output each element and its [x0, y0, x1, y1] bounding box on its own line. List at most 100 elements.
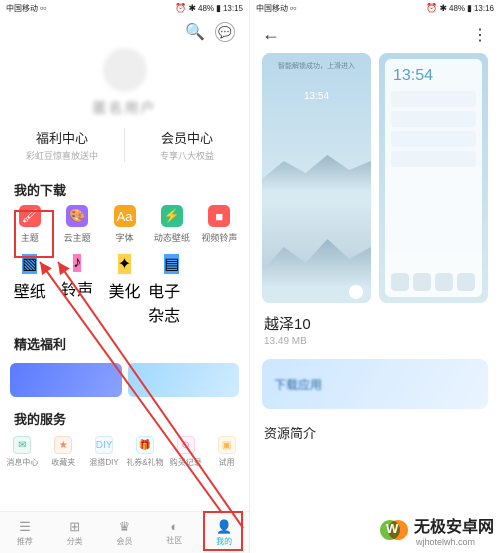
download-label: 云主题 — [64, 231, 91, 244]
tab-label: 会员 — [116, 536, 132, 547]
download-item-壁纸[interactable]: ▧ 壁纸 — [6, 254, 53, 326]
tab-label: 我的 — [216, 536, 232, 547]
brush-icon: 🖌 — [19, 205, 41, 227]
download-item-动态壁纸[interactable]: ⚡ 动态壁纸 — [148, 205, 195, 244]
theme-size: 13.49 MB — [264, 336, 486, 347]
download-label: 动态壁纸 — [154, 231, 190, 244]
service-label: 试用 — [219, 457, 235, 468]
download-item-字体[interactable]: Aa字体 — [101, 205, 148, 244]
tab-icon: ⊞ — [69, 519, 80, 535]
status-bar: 中国移动 ▫▫ ⏰ ✱ 48% ▮ 13:16 — [250, 0, 500, 16]
promo-banner[interactable]: 下载应用 — [262, 359, 488, 409]
tab-label: 分类 — [67, 536, 83, 547]
service-item-试用[interactable]: ▣试用 — [206, 436, 247, 468]
Aa-icon: Aa — [114, 205, 136, 227]
resource-intro-title: 资源简介 — [250, 409, 500, 442]
book-icon: ▤ — [164, 254, 179, 274]
download-item-电子杂志[interactable]: ▤ 电子杂志 — [148, 254, 195, 326]
watermark-domain: wjhotelwh.com — [416, 537, 494, 547]
username-label: 匿名用户 — [93, 98, 157, 118]
service-icon: DIY — [95, 436, 113, 454]
bluetooth-icon: ✱ — [439, 4, 447, 13]
tab-label: 社区 — [166, 535, 182, 546]
preview-clock-2: 13:54 — [393, 67, 433, 85]
profile-area[interactable]: 匿名用户 — [0, 42, 249, 126]
service-label: 购买记录 — [170, 457, 202, 468]
theme-preview-lockscreen[interactable]: 智能解锁成功，上滑进入 13:54 — [262, 53, 371, 303]
service-item-购买记录[interactable]: ⊙ 购买记录 — [165, 436, 206, 468]
download-item-主题[interactable]: 🖌主题 — [6, 205, 53, 244]
theme-name: 越泽10 — [264, 313, 486, 334]
service-item-礼券&礼物[interactable]: 🎁 礼券&礼物 — [124, 436, 165, 468]
carrier-label: 中国移动 — [6, 3, 38, 14]
service-label: 混搭DIY — [89, 457, 118, 468]
time-label: 13:16 — [474, 4, 494, 13]
member-center-button[interactable]: 会员中心 专享八大权益 — [125, 128, 249, 162]
flash-icon: ⚡ — [161, 205, 183, 227]
battery-label: 48% — [449, 4, 465, 13]
download-label: 电子杂志 — [148, 278, 195, 326]
welfare-center-sub: 彩虹豆惊喜放送中 — [0, 149, 124, 162]
promo-banner-text: 下载应用 — [274, 376, 322, 393]
service-icon: ⊙ — [177, 436, 195, 454]
search-icon[interactable]: 🔍 — [185, 22, 205, 42]
service-item-混搭DIY[interactable]: DIY 混搭DIY — [84, 436, 125, 468]
tab-icon: ◐ — [170, 519, 178, 534]
more-icon[interactable]: ⋮ — [472, 25, 488, 45]
battery-icon: ▮ — [216, 4, 221, 13]
service-label: 礼券&礼物 — [126, 457, 163, 468]
watermark: W 无极安卓网 wjhotelwh.com — [380, 513, 494, 547]
welfare-banner-1[interactable] — [128, 363, 240, 397]
carrier-label: 中国移动 — [256, 3, 288, 14]
alarm-icon: ⏰ — [175, 4, 186, 13]
download-item-铃声[interactable]: ♪铃声 — [53, 254, 100, 326]
service-icon: 🎁 — [136, 436, 154, 454]
tab-社区[interactable]: ◐社区 — [149, 512, 199, 553]
service-item-收藏夹[interactable]: ★ 收藏夹 — [43, 436, 84, 468]
video-icon: ■ — [208, 205, 230, 227]
tab-我的[interactable]: 👤我的 — [199, 512, 249, 553]
member-center-sub: 专享八大权益 — [125, 149, 249, 162]
chat-icon[interactable]: 💬 — [215, 22, 235, 42]
tab-icon: ♛ — [119, 519, 131, 535]
alarm-icon: ⏰ — [426, 4, 437, 13]
services-title: 我的服务 — [0, 401, 249, 434]
avatar — [103, 48, 147, 92]
welfare-banner-0[interactable] — [10, 363, 122, 397]
sparkle-icon: ✦ — [118, 254, 131, 274]
download-label: 壁纸 — [14, 278, 46, 302]
bluetooth-icon: ✱ — [188, 4, 196, 13]
member-center-title: 会员中心 — [125, 128, 249, 147]
palette-icon: 🎨 — [66, 205, 88, 227]
theme-preview-home[interactable]: 13:54 — [379, 53, 488, 303]
download-item-云主题[interactable]: 🎨 云主题 — [53, 205, 100, 244]
watermark-text: 无极安卓网 — [414, 519, 494, 536]
tab-会员[interactable]: ♛会员 — [100, 512, 150, 553]
tab-label: 推荐 — [17, 536, 33, 547]
status-bar: 中国移动 ▫▫ ⏰ ✱ 48% ▮ 13:15 — [0, 0, 249, 16]
tab-推荐[interactable]: ☰推荐 — [0, 512, 50, 553]
service-item-消息中心[interactable]: ✉ 消息中心 — [2, 436, 43, 468]
download-item-视频铃声[interactable]: ■ 视频铃声 — [196, 205, 243, 244]
downloads-title: 我的下载 — [0, 172, 249, 205]
note-icon: ♪ — [73, 254, 81, 272]
tab-icon: 👤 — [216, 519, 232, 535]
preview-lock-hint: 智能解锁成功，上滑进入 — [262, 61, 371, 71]
service-icon: ★ — [54, 436, 72, 454]
tab-分类[interactable]: ⊞分类 — [50, 512, 100, 553]
welfare-title: 精选福利 — [0, 326, 249, 359]
download-label: 美化 — [108, 278, 140, 302]
service-label: 收藏夹 — [51, 457, 75, 468]
signal-icon: ▫▫ — [40, 4, 46, 13]
welfare-center-button[interactable]: 福利中心 彩虹豆惊喜放送中 — [0, 128, 124, 162]
download-label: 视频铃声 — [201, 231, 237, 244]
service-label: 消息中心 — [6, 457, 38, 468]
back-icon[interactable]: ← — [262, 24, 280, 45]
welfare-center-title: 福利中心 — [0, 128, 124, 147]
tab-icon: ☰ — [19, 519, 31, 535]
image-icon: ▧ — [22, 254, 37, 274]
service-icon: ✉ — [13, 436, 31, 454]
watermark-logo: W — [380, 516, 408, 544]
download-item-美化[interactable]: ✦ 美化 — [101, 254, 148, 326]
signal-icon: ▫▫ — [290, 4, 296, 13]
